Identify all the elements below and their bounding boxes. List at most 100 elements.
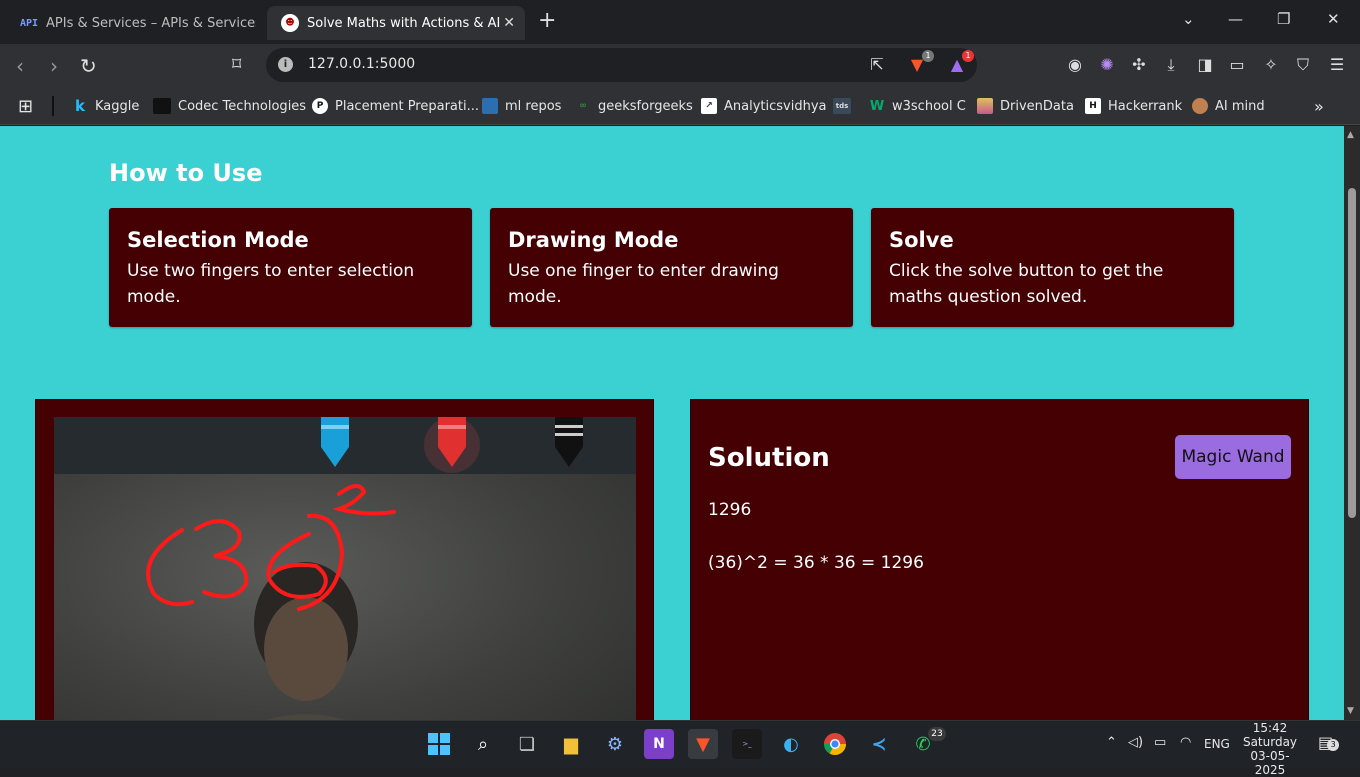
camera-feed[interactable]	[54, 417, 636, 720]
share-icon[interactable]: ⇱	[866, 54, 888, 76]
file-explorer-icon[interactable]: ▆	[556, 729, 586, 759]
scroll-up-icon[interactable]: ▲	[1347, 130, 1354, 140]
browser-toolbar: ‹ › ↻ ⌑ i 127.0.0.1:5000 ⇱ ▼ 1 ▲ 1 ◉ ✺ ✣ ⤓…	[0, 44, 1360, 88]
reload-icon[interactable]: ↻	[80, 54, 97, 78]
bookmark-label: Codec Technologies	[178, 98, 307, 114]
terminal-icon[interactable]: >_	[732, 729, 762, 759]
api-icon: API	[19, 17, 39, 29]
bookmark-label: ml repos	[505, 98, 562, 114]
gfg-icon: ∞	[579, 101, 587, 111]
bookmark-icon[interactable]: ⌑	[232, 54, 241, 75]
apps-grid-icon[interactable]: ⊞	[18, 96, 33, 117]
tray-chevron-icon[interactable]: ⌃	[1106, 735, 1117, 750]
whatsapp-icon[interactable]: ✆ 23	[908, 727, 946, 759]
download-icon[interactable]: ⤓	[1160, 54, 1182, 76]
magic-wand-button[interactable]: Magic Wand	[1175, 435, 1291, 479]
card-text: Use two fingers to enter selection mode.	[127, 261, 415, 307]
vpn-shield-icon[interactable]: ⛉	[1292, 54, 1314, 76]
forward-icon[interactable]: ›	[50, 54, 58, 78]
bookmark-drivendata[interactable]: DrivenData	[977, 96, 1074, 116]
page-scrollbar[interactable]: ▲ ▼	[1344, 126, 1360, 720]
more-bookmarks-icon[interactable]: »	[1314, 96, 1324, 116]
url-text[interactable]: 127.0.0.1:5000	[308, 56, 415, 72]
shield-badge: 1	[922, 50, 934, 62]
clock-day: Saturday	[1242, 735, 1298, 749]
bookmark-ai-mind[interactable]: AI mind	[1192, 96, 1265, 116]
bookmark-geeksforgeeks[interactable]: ∞ geeksforgeeks	[575, 96, 693, 116]
bookmark-placement[interactable]: P Placement Preparati...	[312, 96, 479, 116]
divider	[52, 96, 54, 116]
bookmark-analyticsvidhya[interactable]: ↗ Analyticsvidhya	[701, 96, 827, 116]
search-icon[interactable]: ⌕	[468, 729, 498, 759]
volume-icon[interactable]: ◁)	[1128, 735, 1143, 750]
bookmark-tds[interactable]: tds	[833, 96, 858, 116]
scroll-down-icon[interactable]: ▼	[1347, 706, 1354, 716]
bookmark-label: AI mind	[1215, 98, 1265, 114]
bookmarks-bar: ⊞ k Kaggle Codec Technologies P Placemen…	[0, 88, 1360, 125]
close-window-button[interactable]: ✕	[1327, 10, 1340, 28]
minimize-button[interactable]: —	[1228, 10, 1243, 28]
notification-icon[interactable]: ▤ 3	[1318, 733, 1340, 752]
bookmark-w3school[interactable]: W w3school C	[869, 96, 966, 116]
settings-icon[interactable]: ⚙	[600, 729, 630, 759]
tab-strip: API APIs & Services – APIs & Services – …	[0, 0, 1360, 44]
crayon-palette	[321, 417, 583, 473]
whatsapp-badge: 23	[928, 727, 946, 741]
address-bar[interactable]: i 127.0.0.1:5000 ⇱ ▼ 1 ▲ 1	[266, 48, 977, 82]
chrome-icon[interactable]	[820, 729, 850, 759]
extension-camera-icon[interactable]: ◉	[1064, 54, 1086, 76]
card-text: Use one finger to enter drawing mode.	[508, 261, 779, 307]
scroll-thumb[interactable]	[1348, 188, 1356, 518]
clock[interactable]: 15:42 Saturday 03-05-2025	[1236, 721, 1304, 777]
onenote-icon[interactable]: N	[644, 729, 674, 759]
bookmark-hackerrank[interactable]: H Hackerrank	[1085, 96, 1182, 116]
tab-solve-maths[interactable]: ☻ Solve Maths with Actions & AI ✕	[267, 6, 525, 40]
windows-taskbar: ⌕ ❏ ▆ ⚙ N ▼ >_ ◐ ≺ ✆ 23 ⌃ ◁) ▭ ◠ ENG 15:…	[0, 720, 1360, 777]
bookmark-label: w3school C	[892, 98, 966, 114]
black-crayon-icon[interactable]	[555, 417, 583, 467]
wallet-icon[interactable]: ▭	[1226, 54, 1248, 76]
tab-search-chevron-icon[interactable]: ⌄	[1182, 10, 1195, 28]
webcam-video	[54, 474, 636, 720]
language-indicator[interactable]: ENG	[1204, 737, 1230, 751]
app-favicon-icon: ☻	[281, 14, 299, 32]
menu-icon[interactable]: ☰	[1326, 54, 1348, 76]
new-tab-button[interactable]: +	[538, 8, 556, 33]
task-view-icon[interactable]: ❏	[512, 729, 542, 759]
card-title: Selection Mode	[127, 228, 309, 252]
close-tab-icon[interactable]: ✕	[503, 15, 515, 31]
edge-icon[interactable]: ◐	[776, 729, 806, 759]
w3school-icon: W	[869, 98, 885, 114]
bookmark-kaggle[interactable]: k Kaggle	[72, 96, 139, 116]
back-icon[interactable]: ‹	[16, 54, 24, 78]
red-crayon-icon[interactable]	[424, 417, 480, 473]
brave-shield-icon[interactable]: ▼ 1	[906, 50, 934, 76]
sidebar-icon[interactable]: ◨	[1194, 54, 1216, 76]
notification-badge: 3	[1327, 739, 1340, 751]
battery-icon[interactable]: ▭	[1154, 735, 1166, 750]
brave-rewards-icon[interactable]: ▲ 1	[946, 50, 974, 76]
solution-answer: 1296	[708, 500, 752, 520]
extension-brain-icon[interactable]: ✺	[1096, 54, 1118, 76]
vscode-icon[interactable]: ≺	[864, 729, 894, 759]
how-to-use-heading: How to Use	[109, 159, 263, 187]
leo-ai-icon[interactable]: ✧	[1260, 54, 1282, 76]
ai-mind-icon	[1192, 98, 1208, 114]
page-content: How to Use Selection Mode Use two finger…	[0, 126, 1344, 720]
blue-crayon-icon[interactable]	[321, 417, 349, 467]
brave-browser-icon[interactable]: ▼	[688, 729, 718, 759]
tab-label: APIs & Services – APIs & Services –	[46, 15, 256, 31]
restore-button[interactable]: ❐	[1277, 10, 1290, 28]
bookmark-ml-repos[interactable]: ml repos	[482, 96, 561, 116]
bookmark-codec[interactable]: Codec Technologies	[153, 96, 306, 116]
tab-apis-services[interactable]: API APIs & Services – APIs & Services –	[8, 6, 258, 40]
bookmark-label: geeksforgeeks	[598, 98, 693, 114]
rewards-badge: 1	[962, 50, 974, 62]
card-text: Click the solve button to get the maths …	[889, 261, 1164, 307]
wifi-icon[interactable]: ◠	[1180, 735, 1191, 750]
windows-start-icon[interactable]	[424, 729, 454, 759]
card-solve: Solve Click the solve button to get the …	[871, 208, 1234, 327]
site-info-icon[interactable]: i	[278, 57, 293, 72]
video-scene	[146, 484, 396, 720]
extensions-puzzle-icon[interactable]: ✣	[1128, 54, 1150, 76]
